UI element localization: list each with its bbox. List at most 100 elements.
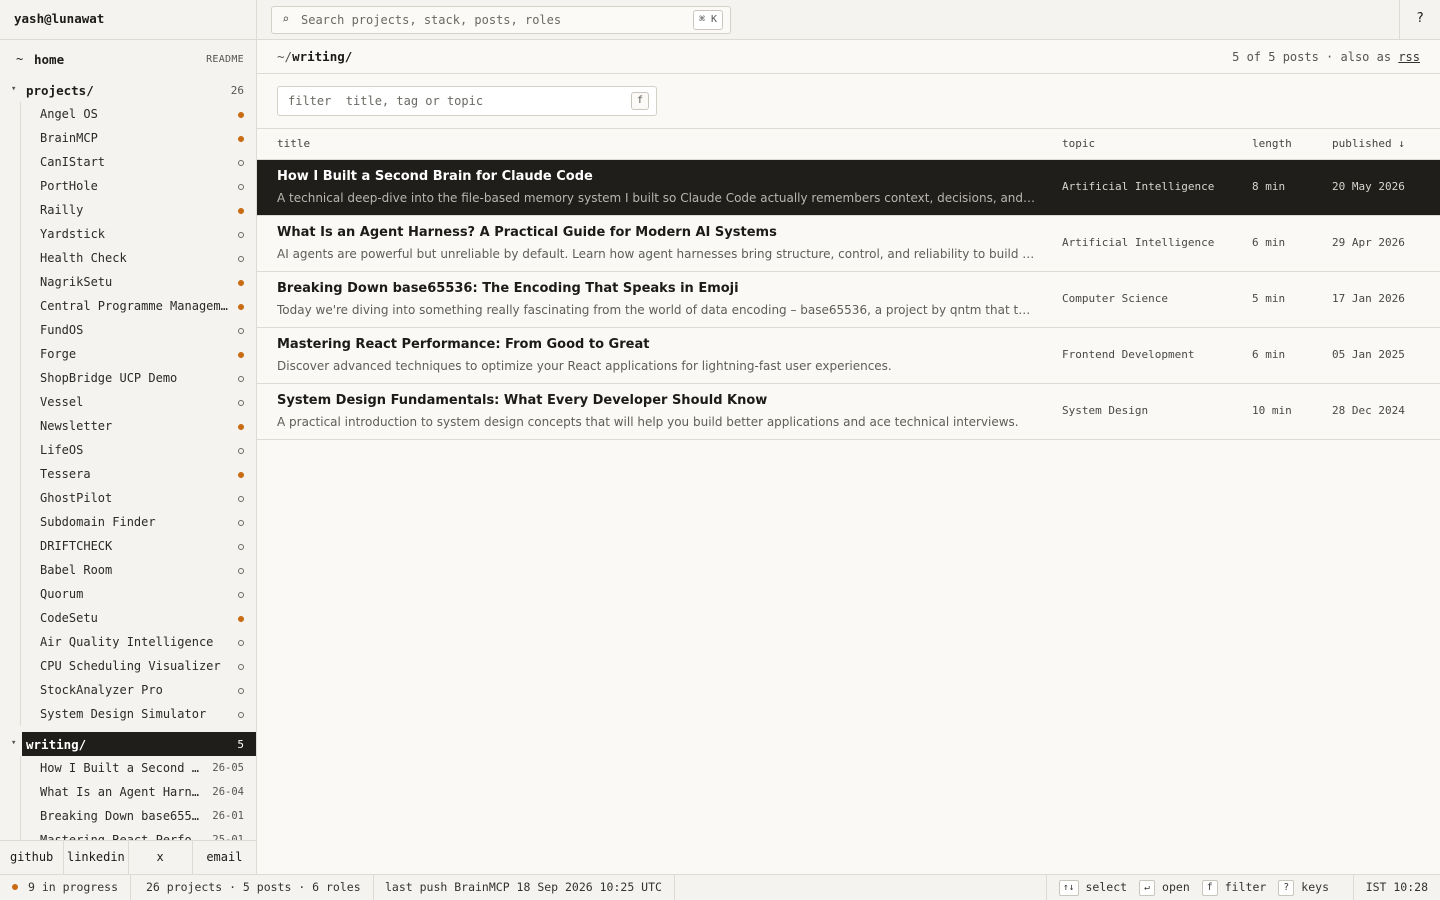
idle-dot-icon <box>238 568 244 574</box>
github-link[interactable]: github <box>0 841 65 874</box>
sidebar-project-item[interactable]: DRIFTCHECK <box>0 534 256 558</box>
key-hint-key: ? <box>1278 880 1295 896</box>
sidebar-item-home[interactable]: ~ home README <box>0 48 256 72</box>
main-panel: ~/writing/ 5 of 5 posts · also as rss fi… <box>257 40 1440 874</box>
sidebar-project-item[interactable]: Babel Room <box>0 558 256 582</box>
projects-count: 26 <box>230 84 244 97</box>
sidebar-project-item[interactable]: Subdomain Finder <box>0 510 256 534</box>
table-header: title topic length published ↓ <box>257 129 1440 160</box>
filter-input[interactable]: filter title, tag or topic f <box>277 86 657 116</box>
email-link[interactable]: email <box>193 841 256 874</box>
last-push-status: last push BrainMCP 18 Sep 2026 10:25 UTC <box>373 875 675 900</box>
post-length: 5 min <box>1252 292 1286 305</box>
sidebar-section-projects[interactable]: ▾ projects/ 26 <box>0 78 256 102</box>
post-name: What Is an Agent Harness? A Practical Gu… <box>40 785 200 799</box>
sidebar-project-item[interactable]: System Design Simulator <box>0 702 256 726</box>
sidebar-project-item[interactable]: Tessera <box>0 462 256 486</box>
in-progress-dot-icon <box>238 352 244 358</box>
table-row[interactable]: System Design Fundamentals: What Every D… <box>257 384 1440 440</box>
post-title[interactable]: How I Built a Second Brain for Claude Co… <box>277 169 593 184</box>
post-name: Breaking Down base65536: The Encoding Th… <box>40 809 200 823</box>
home-prefix: ~ <box>16 52 24 66</box>
table-row[interactable]: Breaking Down base65536: The Encoding Th… <box>257 272 1440 328</box>
sidebar-project-item[interactable]: ShopBridge UCP Demo <box>0 366 256 390</box>
idle-dot-icon <box>238 496 244 502</box>
linkedin-link[interactable]: linkedin <box>64 841 129 874</box>
rss-link[interactable]: rss <box>1398 50 1420 64</box>
sidebar-project-item[interactable]: Yardstick <box>0 222 256 246</box>
chevron-down-icon: ▾ <box>11 738 17 748</box>
post-description: A practical introduction to system desig… <box>277 415 1019 429</box>
help-button[interactable]: ? <box>1399 0 1440 39</box>
project-name: Angel OS <box>40 107 98 121</box>
search-input[interactable]: ⌕ Search projects, stack, posts, roles ⌘… <box>271 6 731 34</box>
sidebar-project-item[interactable]: CanIStart <box>0 150 256 174</box>
project-name: Health Check <box>40 251 127 265</box>
in-progress-dot-icon <box>238 424 244 430</box>
sidebar-post-item[interactable]: Mastering React Performance: From Good t… <box>0 828 256 840</box>
column-header-length[interactable]: length <box>1252 137 1292 150</box>
idle-dot-icon <box>238 448 244 454</box>
sidebar-project-item[interactable]: GhostPilot <box>0 486 256 510</box>
sidebar-project-item[interactable]: Newsletter <box>0 414 256 438</box>
column-header-title[interactable]: title <box>277 137 310 150</box>
sidebar-project-item[interactable]: StockAnalyzer Pro <box>0 678 256 702</box>
post-published-date: 05 Jan 2025 <box>1332 348 1405 361</box>
project-name: Babel Room <box>40 563 113 577</box>
post-title[interactable]: What Is an Agent Harness? A Practical Gu… <box>277 225 777 240</box>
post-length: 6 min <box>1252 348 1286 361</box>
idle-dot-icon <box>238 328 244 334</box>
posts-count-text: 5 of 5 posts · also as <box>1232 50 1392 64</box>
x-link[interactable]: x <box>129 841 193 874</box>
sidebar-project-item[interactable]: PortHole <box>0 174 256 198</box>
sidebar-project-item[interactable]: Quorum <box>0 582 256 606</box>
project-name: GhostPilot <box>40 491 113 505</box>
post-description: Today we're diving into something really… <box>277 303 1037 317</box>
sidebar-post-item[interactable]: Breaking Down base65536: The Encoding Th… <box>0 804 256 828</box>
project-name: Quorum <box>40 587 84 601</box>
column-header-published[interactable]: published ↓ <box>1332 137 1405 150</box>
breadcrumb-bar: ~/writing/ 5 of 5 posts · also as rss <box>257 40 1440 74</box>
sidebar-post-item[interactable]: What Is an Agent Harness? A Practical Gu… <box>0 780 256 804</box>
project-name: CodeSetu <box>40 611 98 625</box>
post-published-date: 29 Apr 2026 <box>1332 236 1405 249</box>
column-header-topic[interactable]: topic <box>1062 137 1095 150</box>
table-row[interactable]: How I Built a Second Brain for Claude Co… <box>257 160 1440 216</box>
table-row[interactable]: Mastering React Performance: From Good t… <box>257 328 1440 384</box>
sidebar-project-item[interactable]: BrainMCP <box>0 126 256 150</box>
sidebar-project-item[interactable]: CPU Scheduling Visualizer <box>0 654 256 678</box>
project-name: Vessel <box>40 395 84 409</box>
project-name: Newsletter <box>40 419 113 433</box>
key-hint-key: ↑↓ <box>1059 880 1079 896</box>
sidebar-scroll-area[interactable]: ~ home README ▾ projects/ 26 Angel OS Bra… <box>0 40 256 840</box>
sidebar-project-item[interactable]: LifeOS <box>0 438 256 462</box>
sidebar-section-writing[interactable]: ▾ writing/ 5 <box>0 732 256 756</box>
post-published-date: 17 Jan 2026 <box>1332 292 1405 305</box>
sidebar-project-item[interactable]: Forge <box>0 342 256 366</box>
key-hint-key: ↵ <box>1139 880 1156 896</box>
sidebar-project-item[interactable]: Railly <box>0 198 256 222</box>
idle-dot-icon <box>238 640 244 646</box>
post-description: Discover advanced techniques to optimize… <box>277 359 892 373</box>
sidebar-project-item[interactable]: Vessel <box>0 390 256 414</box>
brand-label[interactable]: yash@lunawat <box>0 0 257 39</box>
post-title[interactable]: System Design Fundamentals: What Every D… <box>277 393 767 408</box>
table-row[interactable]: What Is an Agent Harness? A Practical Gu… <box>257 216 1440 272</box>
sidebar-project-item[interactable]: FundOS <box>0 318 256 342</box>
search-placeholder: Search projects, stack, posts, roles <box>301 13 562 27</box>
sidebar-post-item[interactable]: How I Built a Second Brain for Claude Co… <box>0 756 256 780</box>
sidebar-project-item[interactable]: Air Quality Intelligence <box>0 630 256 654</box>
sidebar-project-item[interactable]: Angel OS <box>0 102 256 126</box>
in-progress-dot-icon <box>238 112 244 118</box>
post-title[interactable]: Breaking Down base65536: The Encoding Th… <box>277 281 739 296</box>
sidebar-project-item[interactable]: Central Programme Management <box>0 294 256 318</box>
post-title[interactable]: Mastering React Performance: From Good t… <box>277 337 649 352</box>
status-dot-icon <box>12 884 18 890</box>
key-hint-label: filter <box>1224 880 1267 894</box>
sidebar-project-item[interactable]: Health Check <box>0 246 256 270</box>
sidebar-project-item[interactable]: NagrikSetu <box>0 270 256 294</box>
sidebar-project-item[interactable]: CodeSetu <box>0 606 256 630</box>
idle-dot-icon <box>238 400 244 406</box>
key-hint-label: keys <box>1301 880 1329 894</box>
breadcrumb-current: writing/ <box>292 49 353 64</box>
